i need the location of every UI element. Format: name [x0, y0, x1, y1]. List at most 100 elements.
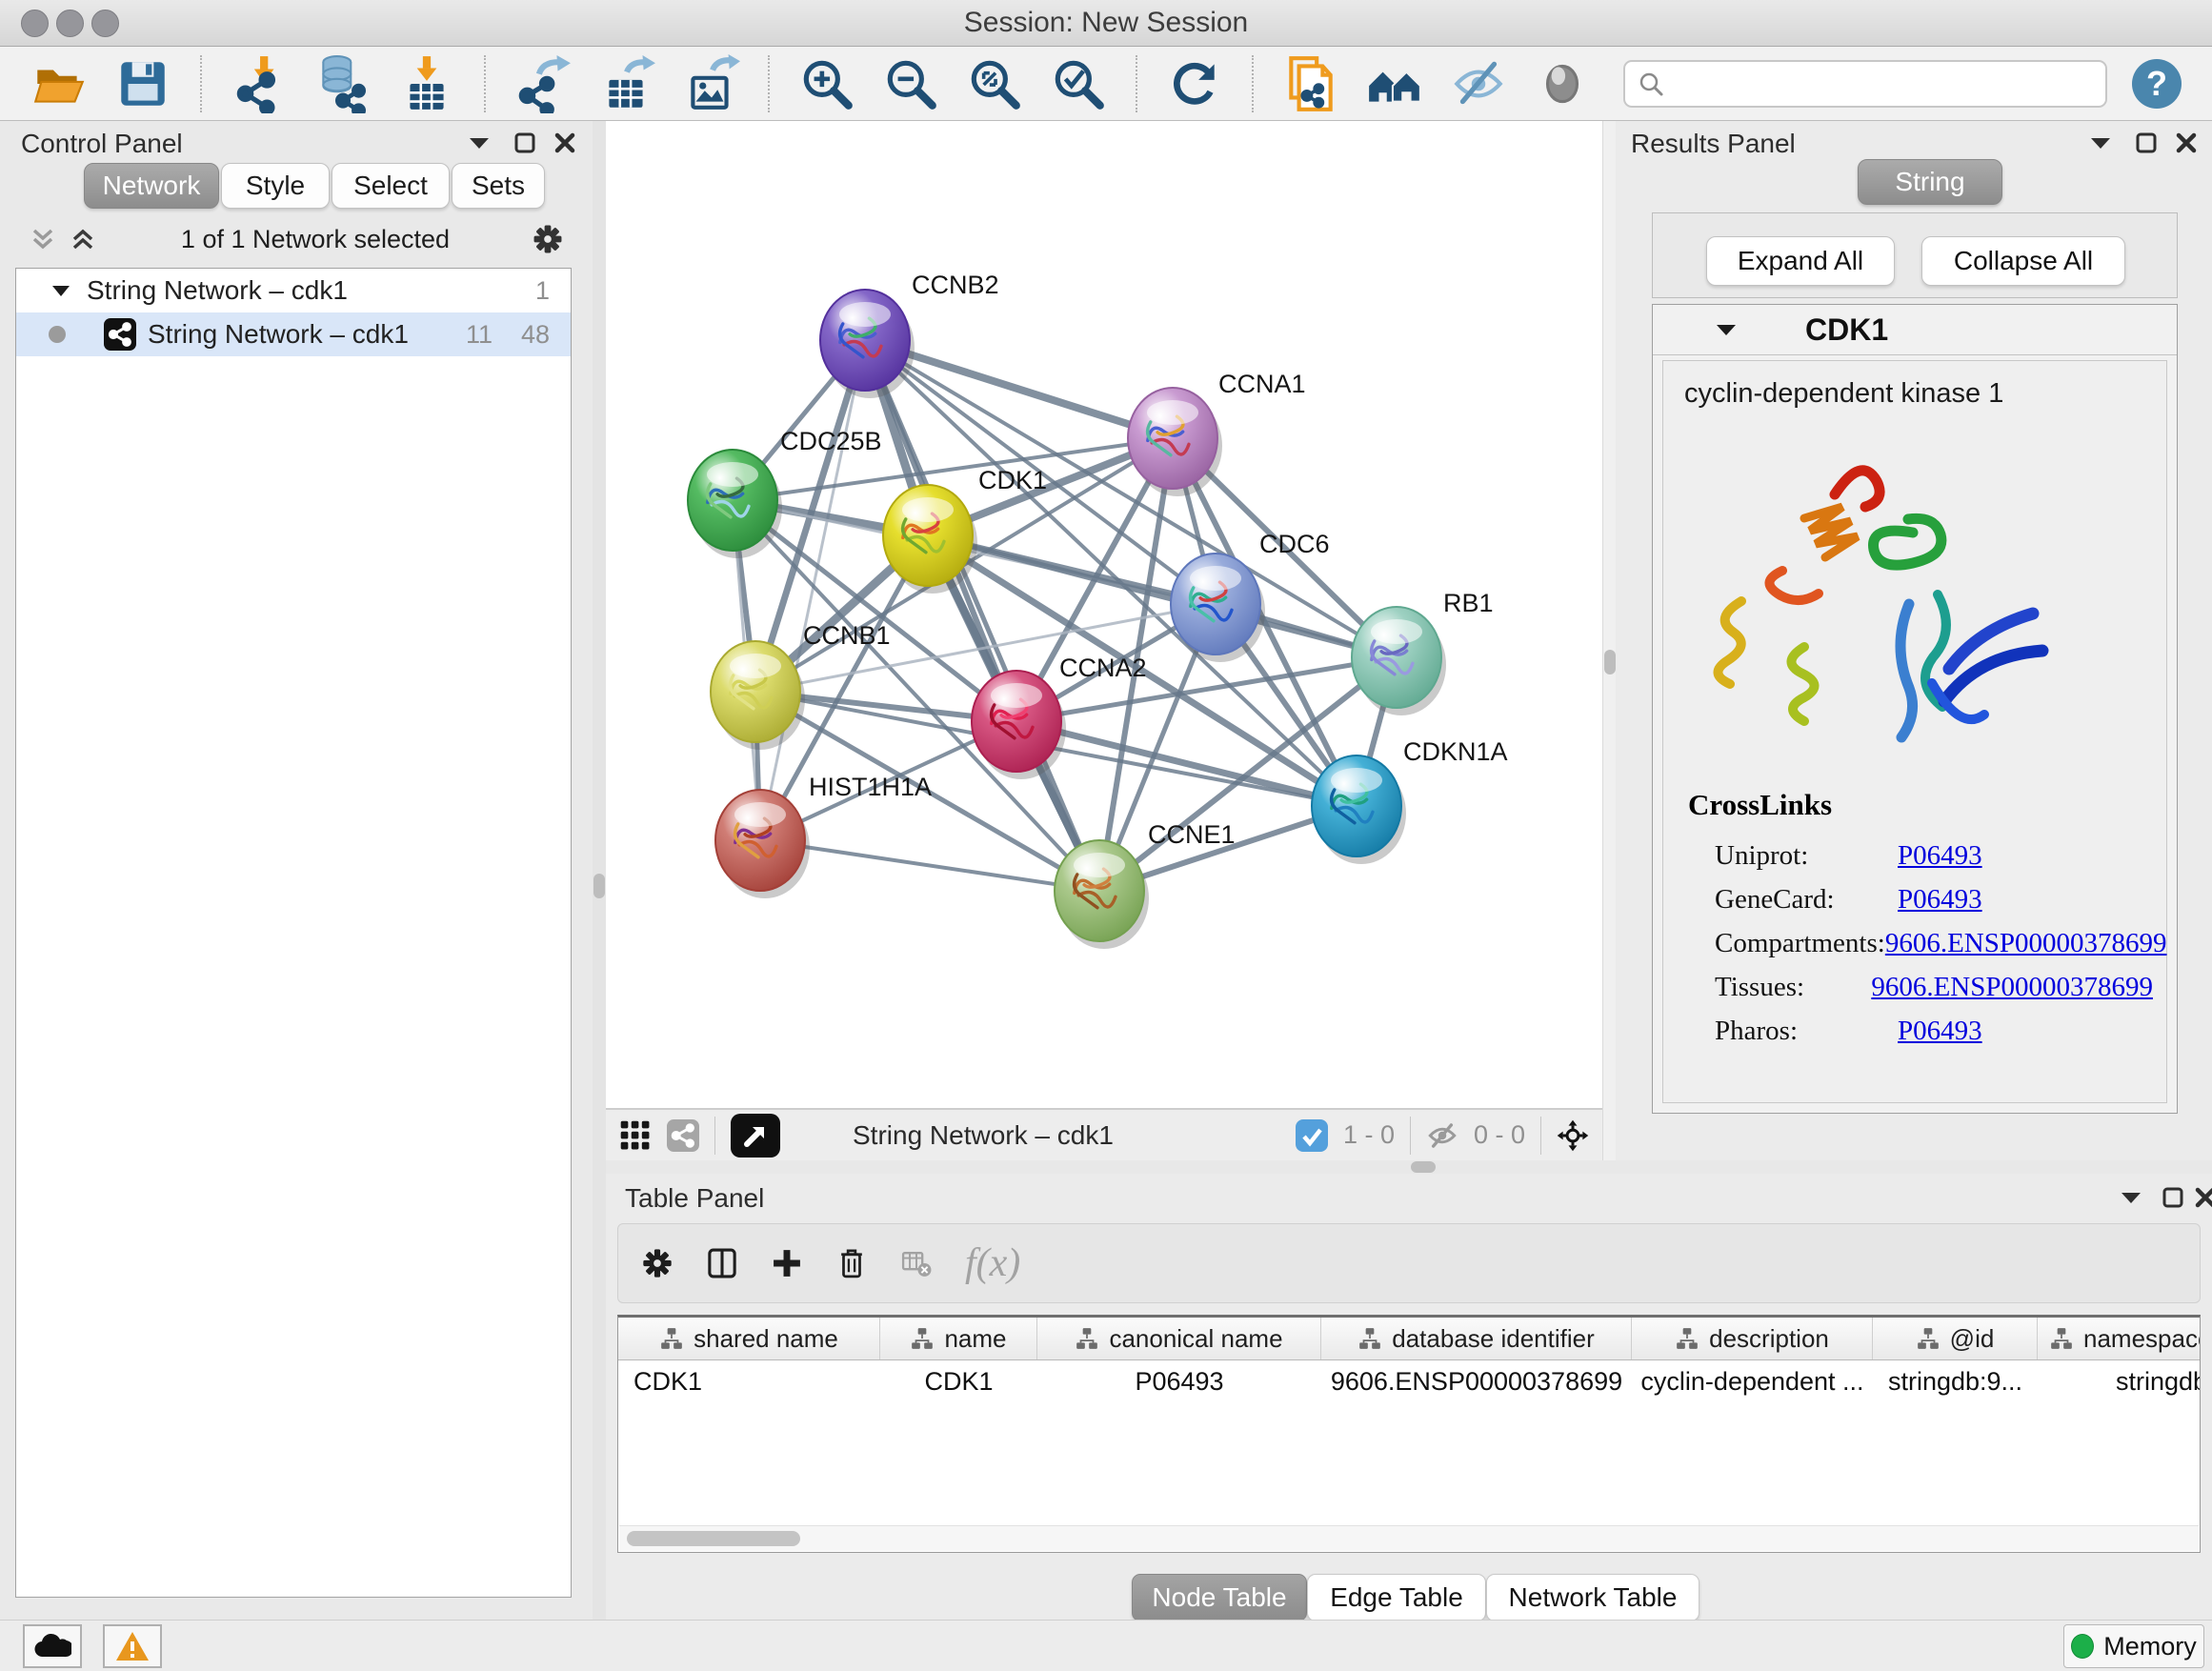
collapse-all-button[interactable]: Collapse All — [1921, 236, 2125, 286]
birds-eye-view-button[interactable] — [731, 1114, 780, 1158]
entry-header[interactable]: CDK1 — [1653, 305, 2177, 355]
panel-close-icon[interactable] — [2189, 1181, 2212, 1214]
tab-network[interactable]: Network — [84, 163, 219, 209]
splitter-grip[interactable] — [593, 874, 605, 898]
share-document-button[interactable] — [1280, 53, 1341, 114]
network-row[interactable]: String Network – cdk1 11 48 — [16, 312, 571, 356]
delete-table-icon[interactable] — [900, 1247, 933, 1279]
panel-float-icon[interactable] — [2157, 1181, 2189, 1214]
grid-view-icon[interactable] — [619, 1119, 652, 1152]
crosslink-link[interactable]: 9606.ENSP00000378699 — [1871, 972, 2153, 1003]
tab-edge-table[interactable]: Edge Table — [1307, 1574, 1486, 1621]
column-header-canonical-name[interactable]: canonical name — [1037, 1318, 1321, 1359]
function-builder-icon[interactable]: f(x) — [965, 1240, 1020, 1286]
import-network-database-button[interactable] — [312, 53, 373, 114]
network-node-CDC25B[interactable] — [688, 450, 782, 558]
import-table-button[interactable] — [396, 53, 457, 114]
network-node-CCNE1[interactable] — [1055, 840, 1149, 949]
gear-icon[interactable] — [532, 223, 564, 255]
help-button[interactable]: ? — [2130, 57, 2183, 111]
network-node-CDK1[interactable] — [883, 485, 977, 594]
network-node-CDKN1A[interactable] — [1312, 755, 1406, 864]
open-session-button[interactable] — [29, 53, 90, 114]
search-input[interactable] — [1673, 68, 2094, 99]
table-row[interactable]: CDK1CDK1P064939606.ENSP00000378699cyclin… — [618, 1360, 2200, 1402]
network-node-RB1[interactable] — [1352, 607, 1446, 715]
column-header--id[interactable]: @id — [1873, 1318, 2038, 1359]
crosslink-link[interactable]: P06493 — [1898, 884, 1982, 916]
control-panel: Control Panel Network Style Select Sets … — [0, 121, 593, 1620]
left-splitter[interactable] — [593, 121, 606, 1620]
add-column-icon[interactable] — [771, 1247, 803, 1279]
tab-network-table[interactable]: Network Table — [1486, 1574, 1699, 1621]
panel-collapse-icon[interactable] — [2084, 127, 2117, 159]
splitter-grip[interactable] — [1411, 1161, 1436, 1173]
network-node-HIST1H1A[interactable] — [715, 790, 810, 898]
column-header-database-identifier[interactable]: database identifier — [1321, 1318, 1632, 1359]
column-header-description[interactable]: description — [1632, 1318, 1873, 1359]
memory-button[interactable]: Memory — [2063, 1624, 2204, 1668]
crosslink-row: Tissues:9606.ENSP00000378699 — [1715, 965, 2153, 1009]
tab-select[interactable]: Select — [332, 163, 450, 209]
eye-slash-button[interactable] — [1448, 53, 1509, 114]
hidden-eye-icon[interactable] — [1426, 1119, 1458, 1152]
zoom-in-button[interactable] — [796, 53, 857, 114]
crosslink-link[interactable]: 9606.ENSP00000378699 — [1885, 928, 2167, 959]
export-image-button[interactable] — [680, 53, 741, 114]
collection-count: 1 — [535, 276, 550, 306]
refresh-button[interactable] — [1164, 53, 1225, 114]
zoom-out-button[interactable] — [880, 53, 941, 114]
network-share-icon[interactable] — [667, 1119, 699, 1152]
network-node-CCNA1[interactable] — [1128, 388, 1222, 496]
node-label: HIST1H1A — [809, 773, 932, 801]
crosshair-move-icon[interactable] — [1557, 1119, 1589, 1152]
panel-close-icon[interactable] — [549, 127, 581, 159]
panel-float-icon[interactable] — [2130, 127, 2162, 159]
delete-column-icon[interactable] — [835, 1247, 868, 1279]
sphere-button[interactable] — [1532, 53, 1593, 114]
column-header-name[interactable]: name — [880, 1318, 1037, 1359]
expand-all-chevron-icon[interactable] — [27, 223, 59, 255]
import-network-file-button[interactable] — [229, 53, 290, 114]
export-network-button[interactable] — [513, 53, 573, 114]
panel-collapse-icon[interactable] — [463, 127, 495, 159]
zoom-selected-button[interactable] — [1048, 53, 1109, 114]
show-columns-icon[interactable] — [706, 1247, 738, 1279]
tab-string[interactable]: String — [1858, 159, 2002, 205]
houses-button[interactable] — [1364, 53, 1425, 114]
column-header-namespace[interactable]: namespace — [2038, 1318, 2201, 1359]
collapse-all-chevron-icon[interactable] — [67, 223, 99, 255]
right-splitter[interactable] — [1602, 121, 1617, 1160]
save-session-button[interactable] — [112, 53, 173, 114]
table-horizontal-scrollbar[interactable] — [619, 1525, 2199, 1551]
crosslink-label: Uniprot: — [1715, 840, 1898, 872]
tree-expand-caret-icon[interactable] — [45, 274, 77, 307]
column-header-shared-name[interactable]: shared name — [618, 1318, 880, 1359]
zoom-out-icon — [881, 54, 940, 113]
horizontal-splitter[interactable] — [606, 1160, 2212, 1174]
panel-collapse-icon[interactable] — [2115, 1181, 2147, 1214]
network-node-CCNA2[interactable] — [972, 671, 1066, 779]
crosslink-link[interactable]: P06493 — [1898, 1016, 1982, 1047]
tab-style[interactable]: Style — [221, 163, 330, 209]
tab-node-table[interactable]: Node Table — [1132, 1574, 1307, 1621]
memory-status-dot — [2071, 1634, 2094, 1659]
warning-button[interactable] — [103, 1624, 162, 1668]
scrollbar-thumb[interactable] — [627, 1531, 800, 1546]
cloud-button[interactable] — [23, 1624, 82, 1668]
export-table-button[interactable] — [596, 53, 657, 114]
table-settings-gear-icon[interactable] — [641, 1247, 674, 1279]
crosslink-link[interactable]: P06493 — [1898, 840, 1982, 872]
status-bar: Memory — [0, 1620, 2212, 1671]
selected-checkbox-icon[interactable] — [1296, 1119, 1328, 1152]
network-node-CCNB2[interactable] — [820, 290, 915, 398]
splitter-grip[interactable] — [1604, 650, 1616, 674]
network-collection-row[interactable]: String Network – cdk1 1 — [16, 269, 571, 312]
panel-float-icon[interactable] — [509, 127, 541, 159]
network-canvas[interactable]: CCNB2CCNA1CDC25BCDK1CDC6RB1CCNB1CCNA2CDK… — [606, 121, 1602, 1108]
tab-sets[interactable]: Sets — [452, 163, 545, 209]
expand-all-button[interactable]: Expand All — [1706, 236, 1895, 286]
entry-collapse-caret-icon[interactable] — [1710, 313, 1742, 346]
zoom-fit-button[interactable] — [964, 53, 1025, 114]
panel-close-icon[interactable] — [2170, 127, 2202, 159]
